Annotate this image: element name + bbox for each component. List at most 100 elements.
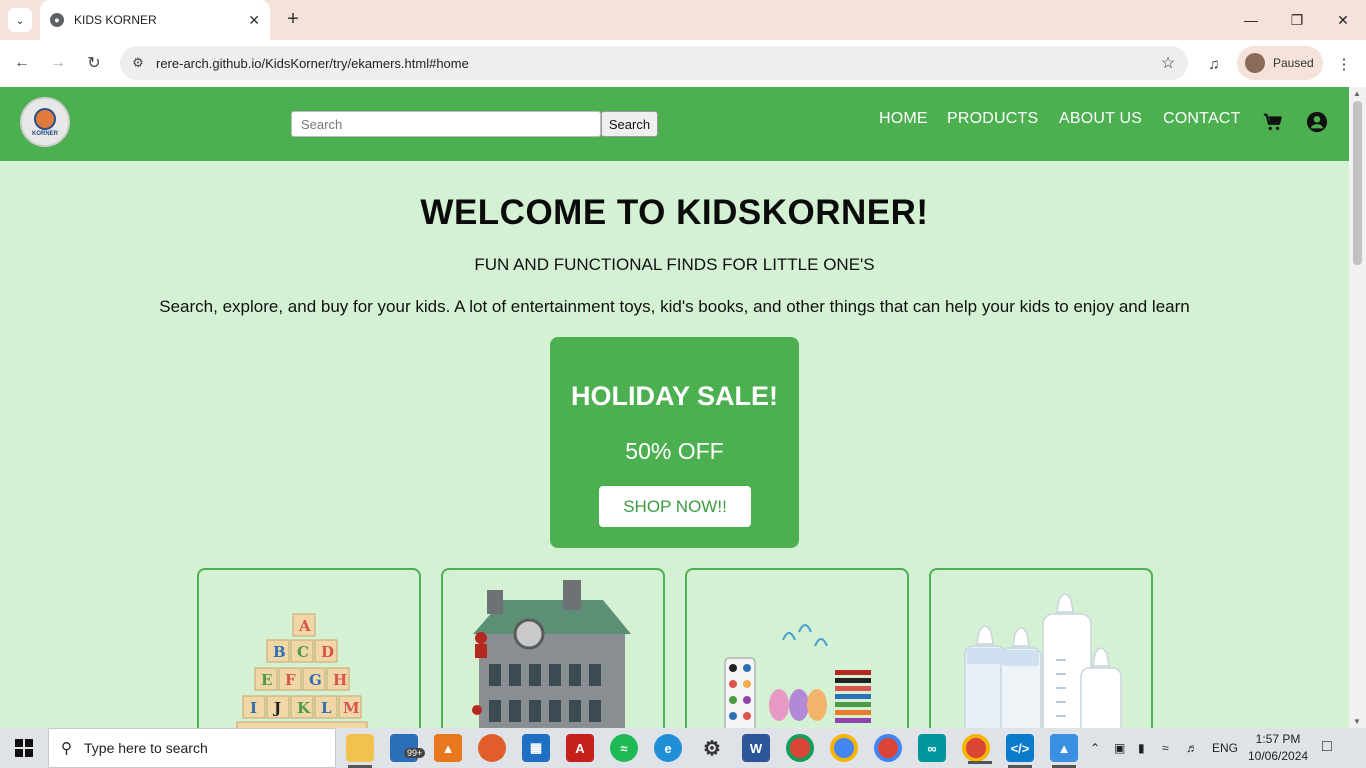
vscode-icon[interactable]: </> xyxy=(1006,734,1034,768)
browser-tab[interactable]: ● KIDS KORNER ✕ xyxy=(40,0,270,40)
product-card-art-supplies[interactable] xyxy=(685,568,909,728)
taskbar-search-box[interactable]: ⚲ Type here to search xyxy=(48,728,336,768)
scroll-down-icon[interactable]: ▼ xyxy=(1353,717,1361,726)
logo-text: KORNER xyxy=(31,130,58,137)
new-tab-button[interactable]: + xyxy=(282,8,304,30)
nav-products[interactable]: PRODUCTS xyxy=(947,110,1038,128)
search-input[interactable] xyxy=(291,111,601,137)
chrome-active-icon[interactable] xyxy=(962,734,992,764)
page-viewport: KORNER Search HOME PRODUCTS ABOUT US CON… xyxy=(0,87,1349,728)
bookmark-star-icon[interactable]: ☆ xyxy=(1148,53,1188,73)
promo-discount: 50% OFF xyxy=(625,438,724,464)
block-letter: M xyxy=(343,699,360,717)
lego-building-image xyxy=(472,580,631,728)
spotify-icon[interactable]: ≈ xyxy=(610,734,638,762)
arrow-right-icon: → xyxy=(50,54,66,71)
language-indicator[interactable]: ENG xyxy=(1212,728,1238,768)
clock-time: 1:57 PM xyxy=(1255,732,1301,746)
scroll-up-icon[interactable]: ▲ xyxy=(1353,89,1361,98)
block-letter: E xyxy=(261,671,272,689)
close-window-button[interactable]: ✕ xyxy=(1320,0,1366,40)
media-control-icon[interactable]: ♫ xyxy=(1202,52,1226,76)
start-button[interactable] xyxy=(0,728,48,768)
photos-icon[interactable]: ▲ xyxy=(1050,734,1078,768)
block-letter: C xyxy=(297,643,309,661)
hero-subtitle: FUN AND FUNCTIONAL FINDS FOR LITTLE ONE'… xyxy=(474,255,875,274)
url-text: rere-arch.github.io/KidsKorner/try/ekame… xyxy=(156,55,469,71)
arduino-icon[interactable]: ∞ xyxy=(918,734,946,762)
page-scrollbar[interactable]: ▲ ▼ xyxy=(1349,87,1366,728)
block-letter: I xyxy=(250,699,257,717)
acrobat-icon[interactable]: A xyxy=(566,734,594,762)
minimize-button[interactable]: — xyxy=(1228,0,1274,40)
firefox-icon[interactable] xyxy=(478,734,506,762)
art-supplies-image xyxy=(724,624,871,728)
profile-avatar xyxy=(1245,53,1265,73)
product-card-alphabet-blocks[interactable]: A B C D E F G H I J K L M xyxy=(197,568,421,728)
block-letter: L xyxy=(321,699,332,717)
block-letter: D xyxy=(321,643,334,661)
holiday-sale-banner: HOLIDAY SALE! 50% OFF SHOP NOW!! xyxy=(550,337,799,548)
vlc-icon[interactable]: ▲ xyxy=(434,734,462,762)
clock-date: 10/06/2024 xyxy=(1248,749,1309,763)
chrome-icon[interactable] xyxy=(830,734,858,762)
taskbar-search-placeholder: Type here to search xyxy=(84,740,208,756)
site-info-icon[interactable]: ⚙ xyxy=(120,55,156,71)
logo-mascot xyxy=(34,107,56,130)
search-icon: ⚲ xyxy=(61,740,72,757)
hero-description: Search, explore, and buy for your kids. … xyxy=(159,297,1190,316)
block-letter: J xyxy=(272,699,281,717)
mail-icon[interactable]: 99+ xyxy=(390,734,426,762)
back-button[interactable]: ← xyxy=(9,50,35,76)
mail-badge: 99+ xyxy=(404,748,426,758)
product-card-baby-bottles[interactable] xyxy=(929,568,1153,728)
alphabet-blocks-image: A B C D E F G H I J K L M xyxy=(236,613,368,728)
address-bar[interactable]: ⚙ rere-arch.github.io/KidsKorner/try/eka… xyxy=(120,46,1188,80)
tab-title: KIDS KORNER xyxy=(74,13,157,27)
nav-about-us[interactable]: ABOUT US xyxy=(1059,110,1142,128)
forward-button[interactable]: → xyxy=(45,50,71,76)
chrome-profile-icon[interactable] xyxy=(786,734,814,762)
hero-title: WELCOME TO KIDSKORNER! xyxy=(420,193,929,232)
store-icon[interactable]: ▦ xyxy=(522,734,550,762)
shop-now-button[interactable]: SHOP NOW!! xyxy=(599,486,751,527)
edge-icon[interactable]: e xyxy=(654,734,682,762)
tab-search-button[interactable]: ⌄ xyxy=(8,8,32,32)
restore-button[interactable]: ❐ xyxy=(1274,0,1320,40)
battery-icon[interactable]: ▮ xyxy=(1138,728,1145,768)
scrollbar-thumb[interactable] xyxy=(1353,101,1362,265)
baby-bottles-image xyxy=(964,593,1122,728)
chrome-profile-2-icon[interactable] xyxy=(874,734,902,762)
chevron-down-icon: ⌄ xyxy=(15,14,25,27)
reload-button[interactable]: ↻ xyxy=(81,50,107,76)
meet-now-icon[interactable]: ▣ xyxy=(1114,728,1125,768)
user-account-icon[interactable] xyxy=(1306,111,1328,133)
more-menu-icon[interactable]: ⋮ xyxy=(1332,52,1356,76)
system-clock[interactable]: 1:57 PM 10/06/2024 xyxy=(1248,731,1308,765)
browser-toolbar: ← → ↻ ⚙ rere-arch.github.io/KidsKorner/t… xyxy=(0,40,1366,87)
close-tab-icon[interactable]: ✕ xyxy=(248,12,260,29)
site-logo[interactable]: KORNER xyxy=(20,97,70,147)
volume-icon[interactable]: ♬ xyxy=(1186,728,1198,768)
block-letter: H xyxy=(333,671,347,689)
nav-contact[interactable]: CONTACT xyxy=(1163,110,1241,128)
profile-button[interactable]: Paused xyxy=(1237,46,1323,80)
site-header: KORNER Search HOME PRODUCTS ABOUT US CON… xyxy=(0,87,1349,161)
block-letter: F xyxy=(285,671,296,689)
shopping-cart-icon[interactable] xyxy=(1262,111,1284,133)
notification-icon[interactable]: □ xyxy=(1322,738,1332,756)
profile-status: Paused xyxy=(1273,56,1314,70)
promo-title: HOLIDAY SALE! xyxy=(570,381,779,411)
browser-tab-strip: ⌄ ● KIDS KORNER ✕ + — ❐ ✕ xyxy=(0,0,1366,40)
nav-home[interactable]: HOME xyxy=(879,110,928,128)
tray-chevron-icon[interactable]: ⌃ xyxy=(1090,728,1100,768)
product-card-lego-building[interactable] xyxy=(441,568,665,728)
file-explorer-icon[interactable] xyxy=(346,734,374,768)
reload-icon: ↻ xyxy=(87,55,101,72)
settings-gear-icon[interactable]: ⚙ xyxy=(698,734,726,762)
windows-taskbar: ⚲ Type here to search 99+ ▲ ▦ A ≈ e ⚙ W … xyxy=(0,728,1366,768)
wifi-icon[interactable]: ≈ xyxy=(1162,728,1169,768)
windows-logo-icon xyxy=(15,739,33,757)
word-icon[interactable]: W xyxy=(742,734,770,762)
search-button[interactable]: Search xyxy=(601,111,658,137)
